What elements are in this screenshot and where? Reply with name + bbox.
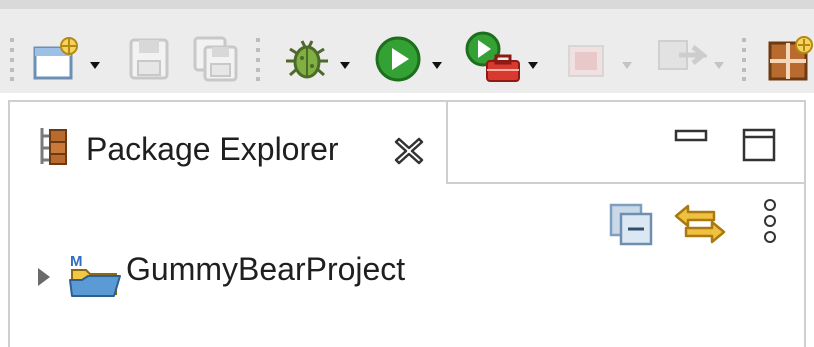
window-top-border [0,0,814,9]
package-tree: M GummyBearProject [10,184,804,347]
open-perspective-icon[interactable] [766,33,814,83]
collapse-all-icon[interactable] [608,202,656,246]
skip-dropdown-icon[interactable] [714,62,724,69]
svg-text:M: M [70,253,83,270]
save-icon[interactable] [128,37,170,81]
package-explorer-view: Package Explorer M GummyBearProject [8,100,806,347]
package-explorer-tab[interactable]: Package Explorer [10,102,448,184]
external-tools-dropdown-icon[interactable] [528,62,538,69]
minimize-icon[interactable] [674,128,708,144]
external-tools-icon[interactable] [465,31,523,85]
stop-dropdown-icon[interactable] [622,62,632,69]
run-dropdown-icon[interactable] [432,62,442,69]
maximize-icon[interactable] [742,128,776,162]
close-icon[interactable] [394,136,424,166]
view-tabbar [448,102,804,184]
save-all-icon[interactable] [193,36,239,82]
debug-dropdown-icon[interactable] [340,62,350,69]
new-wizard-dropdown-icon[interactable] [90,62,100,69]
toolbar-grip-icon[interactable] [254,36,263,82]
skip-icon[interactable] [655,37,707,81]
link-with-editor-icon[interactable] [674,200,726,248]
stop-icon[interactable] [566,43,606,79]
package-explorer-icon [40,128,67,165]
main-toolbar [0,9,814,93]
toolbar-grip-icon[interactable] [740,36,749,82]
new-wizard-icon[interactable] [33,36,81,82]
view-menu-icon[interactable] [762,198,778,244]
debug-icon[interactable] [282,35,332,83]
expand-arrow-icon[interactable] [36,266,52,288]
tree-item-label: GummyBearProject [126,251,406,287]
view-tab-title: Package Explorer [86,131,339,167]
maven-project-folder-icon: M [69,253,121,297]
run-icon[interactable] [374,35,422,83]
toolbar-grip-icon[interactable] [8,36,17,82]
